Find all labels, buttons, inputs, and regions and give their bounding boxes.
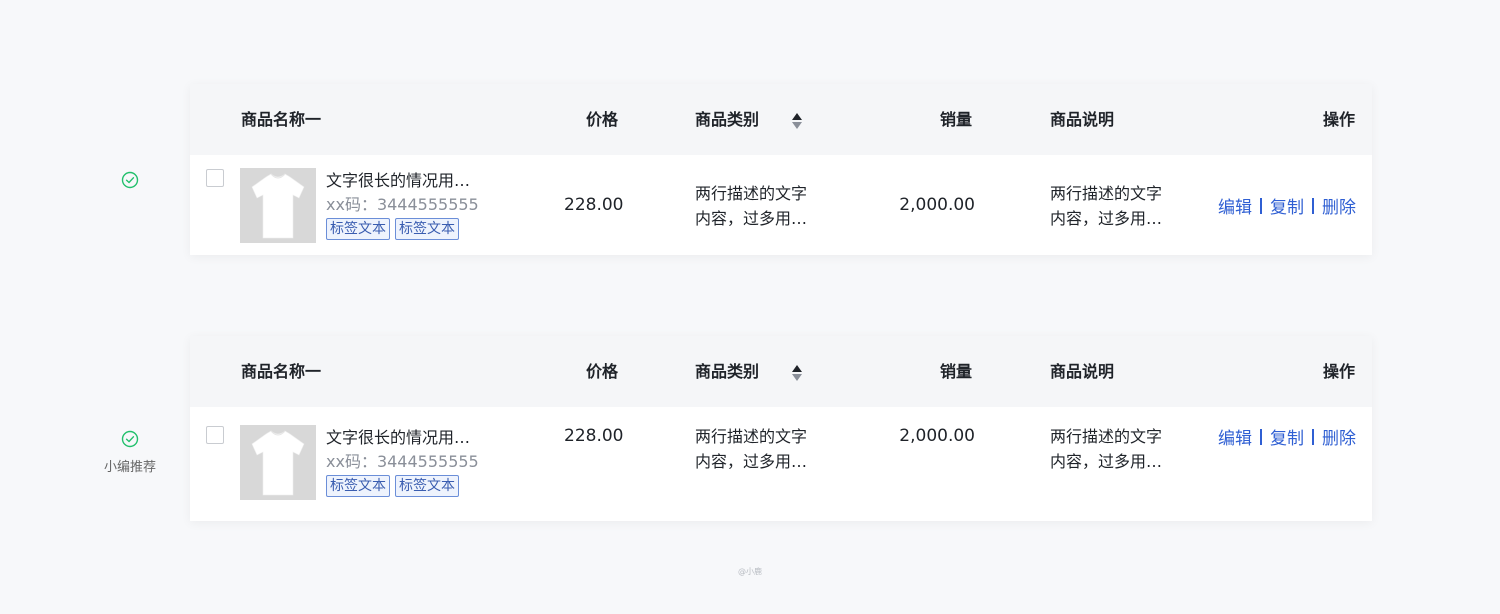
- product-table-1: 商品名称一 价格 商品类别 销量 商品说明 操作 文字很长的情况用… xx码：3…: [190, 84, 1372, 255]
- column-header-sales: 销量: [940, 362, 973, 381]
- description-line: 内容，过多用…: [1050, 452, 1163, 471]
- column-header-description: 商品说明: [1050, 362, 1115, 381]
- delete-link[interactable]: 删除: [1322, 193, 1356, 218]
- column-header-price: 价格: [586, 110, 619, 129]
- column-header-category[interactable]: 商品类别: [695, 84, 803, 155]
- product-tags: 标签文本 标签文本: [326, 218, 479, 240]
- product-info: 文字很长的情况用… xx码：3444555555 标签文本 标签文本: [326, 426, 479, 497]
- row-actions: 编辑 复制 删除: [1218, 193, 1356, 218]
- action-divider: [1260, 197, 1262, 214]
- tshirt-image: [251, 430, 305, 496]
- category-line: 内容，过多用…: [695, 209, 808, 228]
- table-row: 文字很长的情况用… xx码：3444555555 标签文本 标签文本 228.0…: [190, 155, 1372, 255]
- sales-cell: 2,000.00: [899, 195, 975, 215]
- row-actions: 编辑 复制 删除: [1218, 424, 1356, 449]
- price-cell: 228.00: [564, 426, 624, 446]
- category-cell: 两行描述的文字 内容，过多用…: [695, 424, 807, 474]
- product-tag: 标签文本: [395, 475, 459, 497]
- table-row: 文字很长的情况用… xx码：3444555555 标签文本 标签文本 228.0…: [190, 407, 1372, 521]
- product-tag: 标签文本: [395, 218, 459, 240]
- category-line: 两行描述的文字: [695, 184, 808, 203]
- description-line: 两行描述的文字: [1050, 184, 1163, 203]
- column-header-category-label: 商品类别: [695, 362, 760, 381]
- action-divider: [1312, 428, 1314, 445]
- column-header-description: 商品说明: [1050, 110, 1115, 129]
- product-info: 文字很长的情况用… xx码：3444555555 标签文本 标签文本: [326, 169, 479, 240]
- price-cell: 228.00: [564, 195, 624, 215]
- product-tag: 标签文本: [326, 475, 390, 497]
- table-header: 商品名称一 价格 商品类别 销量 商品说明 操作: [190, 84, 1372, 155]
- category-line: 两行描述的文字: [695, 427, 808, 446]
- row-checkbox[interactable]: [206, 169, 224, 187]
- product-name[interactable]: 文字很长的情况用…: [326, 169, 479, 193]
- check-circle-icon: [121, 171, 139, 189]
- tshirt-image: [251, 173, 305, 239]
- delete-link[interactable]: 删除: [1322, 424, 1356, 449]
- table-header: 商品名称一 价格 商品类别 销量 商品说明 操作: [190, 336, 1372, 407]
- column-header-sales: 销量: [940, 110, 973, 129]
- category-line: 内容，过多用…: [695, 452, 808, 471]
- column-header-actions: 操作: [1323, 362, 1356, 381]
- description-cell: 两行描述的文字 内容，过多用…: [1050, 424, 1162, 474]
- description-line: 内容，过多用…: [1050, 209, 1163, 228]
- column-header-category-label: 商品类别: [695, 110, 760, 129]
- edit-link[interactable]: 编辑: [1218, 193, 1252, 218]
- product-code: xx码：3444555555: [326, 452, 479, 471]
- column-header-actions: 操作: [1323, 110, 1356, 129]
- product-tags: 标签文本 标签文本: [326, 475, 479, 497]
- check-circle-icon: [121, 430, 139, 448]
- watermark: @小鹿: [738, 567, 762, 576]
- row2-side-marker: 小编推荐: [100, 430, 160, 475]
- category-cell: 两行描述的文字 内容，过多用…: [695, 181, 807, 231]
- copy-link[interactable]: 复制: [1270, 424, 1304, 449]
- sort-icon[interactable]: [791, 112, 803, 130]
- sales-cell: 2,000.00: [899, 426, 975, 446]
- row-checkbox[interactable]: [206, 426, 224, 444]
- description-cell: 两行描述的文字 内容，过多用…: [1050, 181, 1162, 231]
- copy-link[interactable]: 复制: [1270, 193, 1304, 218]
- product-thumbnail: [240, 425, 316, 500]
- action-divider: [1260, 428, 1262, 445]
- action-divider: [1312, 197, 1314, 214]
- product-tag: 标签文本: [326, 218, 390, 240]
- product-name[interactable]: 文字很长的情况用…: [326, 426, 479, 450]
- column-header-name: 商品名称一: [241, 110, 322, 129]
- row1-side-marker: [100, 171, 160, 189]
- edit-link[interactable]: 编辑: [1218, 424, 1252, 449]
- product-thumbnail: [240, 168, 316, 243]
- column-header-category[interactable]: 商品类别: [695, 336, 803, 407]
- sort-icon[interactable]: [791, 364, 803, 382]
- column-header-name: 商品名称一: [241, 362, 322, 381]
- product-table-2: 商品名称一 价格 商品类别 销量 商品说明 操作 文字很长的情况用… xx码：3…: [190, 336, 1372, 521]
- recommend-label: 小编推荐: [103, 460, 156, 475]
- description-line: 两行描述的文字: [1050, 427, 1163, 446]
- column-header-price: 价格: [586, 362, 619, 381]
- product-code: xx码：3444555555: [326, 195, 479, 214]
